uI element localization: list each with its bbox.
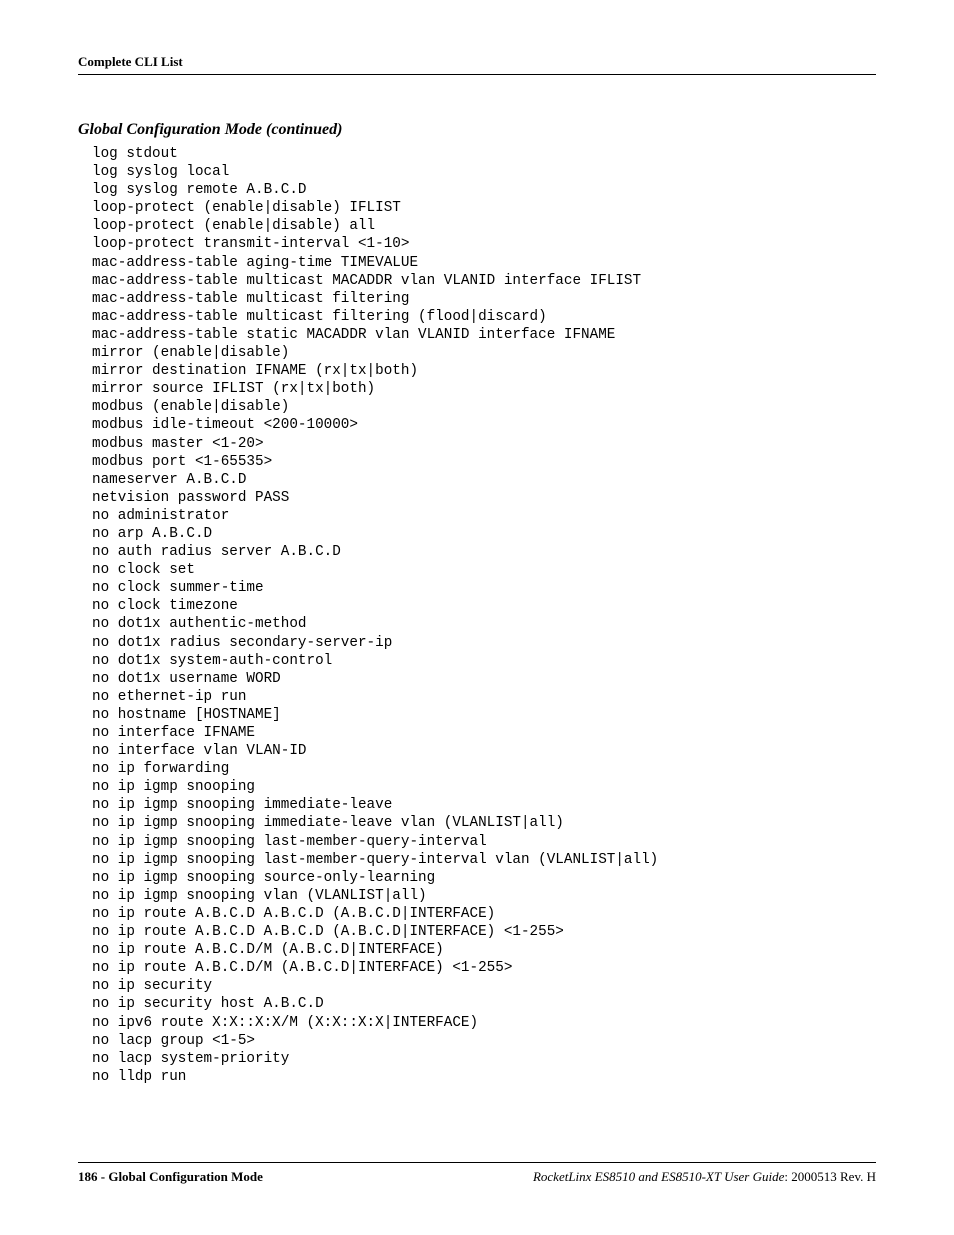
- footer-guide-title: RocketLinx ES8510 and ES8510-XT User Gui…: [533, 1169, 784, 1184]
- footer-revision: : 2000513 Rev. H: [784, 1169, 876, 1184]
- page-container: Complete CLI List Global Configuration M…: [0, 0, 954, 1235]
- footer-right: RocketLinx ES8510 and ES8510-XT User Gui…: [533, 1169, 876, 1185]
- footer-left: 186 - Global Configuration Mode: [78, 1169, 263, 1185]
- section-title: Global Configuration Mode (continued): [78, 121, 876, 139]
- cli-command-list: log stdout log syslog local log syslog r…: [92, 145, 876, 1086]
- page-footer: 186 - Global Configuration Mode RocketLi…: [78, 1162, 876, 1185]
- page-header: Complete CLI List: [78, 54, 876, 75]
- header-title: Complete CLI List: [78, 54, 183, 69]
